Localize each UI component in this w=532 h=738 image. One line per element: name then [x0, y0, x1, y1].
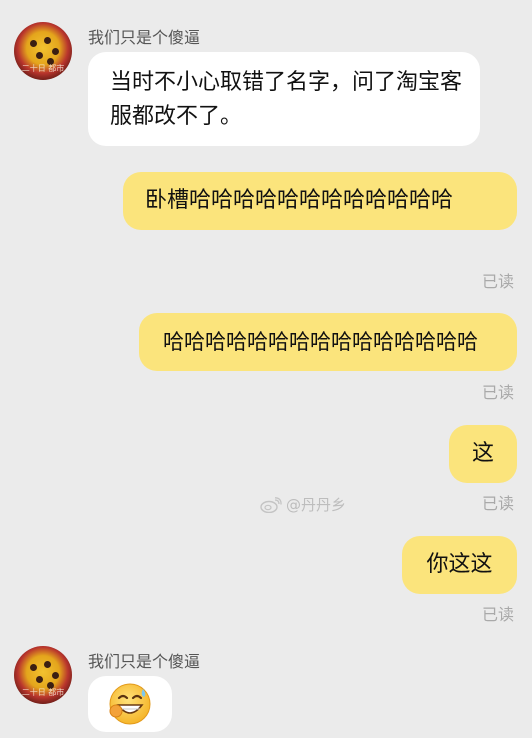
sender-name: 我们只是个傻逼	[88, 28, 201, 47]
message-text: 当时不小心取错了名字，问了淘宝客服都改不了。	[110, 70, 463, 129]
message-text: 你这这	[426, 552, 493, 577]
message-bubble-outgoing[interactable]: 你这这	[402, 536, 517, 594]
message-bubble-outgoing[interactable]: 这	[449, 425, 517, 483]
read-receipt: 已读	[482, 383, 515, 402]
grinning-sweat-emoji-icon	[107, 681, 153, 727]
message-bubble-incoming[interactable]: 当时不小心取错了名字，问了淘宝客服都改不了。	[88, 52, 480, 146]
message-bubble-incoming[interactable]	[88, 676, 172, 732]
contact-avatar[interactable]: 二十日 都市	[14, 646, 72, 704]
watermark-text: @丹丹乡	[286, 496, 347, 514]
message-bubble-outgoing[interactable]: 哈哈哈哈哈哈哈哈哈哈哈哈哈哈哈	[139, 313, 517, 371]
message-text: 这	[471, 441, 494, 466]
sender-name: 我们只是个傻逼	[88, 652, 201, 671]
message-bubble-outgoing[interactable]: 卧槽哈哈哈哈哈哈哈哈哈哈哈哈	[123, 172, 517, 230]
message-text: 哈哈哈哈哈哈哈哈哈哈哈哈哈哈哈	[163, 330, 478, 354]
avatar-caption: 二十日 都市	[21, 688, 65, 697]
read-receipt: 已读	[482, 494, 515, 513]
avatar-caption: 二十日 都市	[21, 64, 65, 73]
contact-avatar[interactable]: 二十日 都市	[14, 22, 72, 80]
weibo-icon	[260, 496, 282, 513]
chat-window: 二十日 都市 我们只是个傻逼 当时不小心取错了名字，问了淘宝客服都改不了。 卧槽…	[0, 0, 532, 738]
message-text: 卧槽哈哈哈哈哈哈哈哈哈哈哈哈	[145, 188, 454, 213]
read-receipt: 已读	[482, 272, 515, 291]
read-receipt: 已读	[482, 605, 515, 624]
watermark: @丹丹乡	[260, 494, 346, 515]
